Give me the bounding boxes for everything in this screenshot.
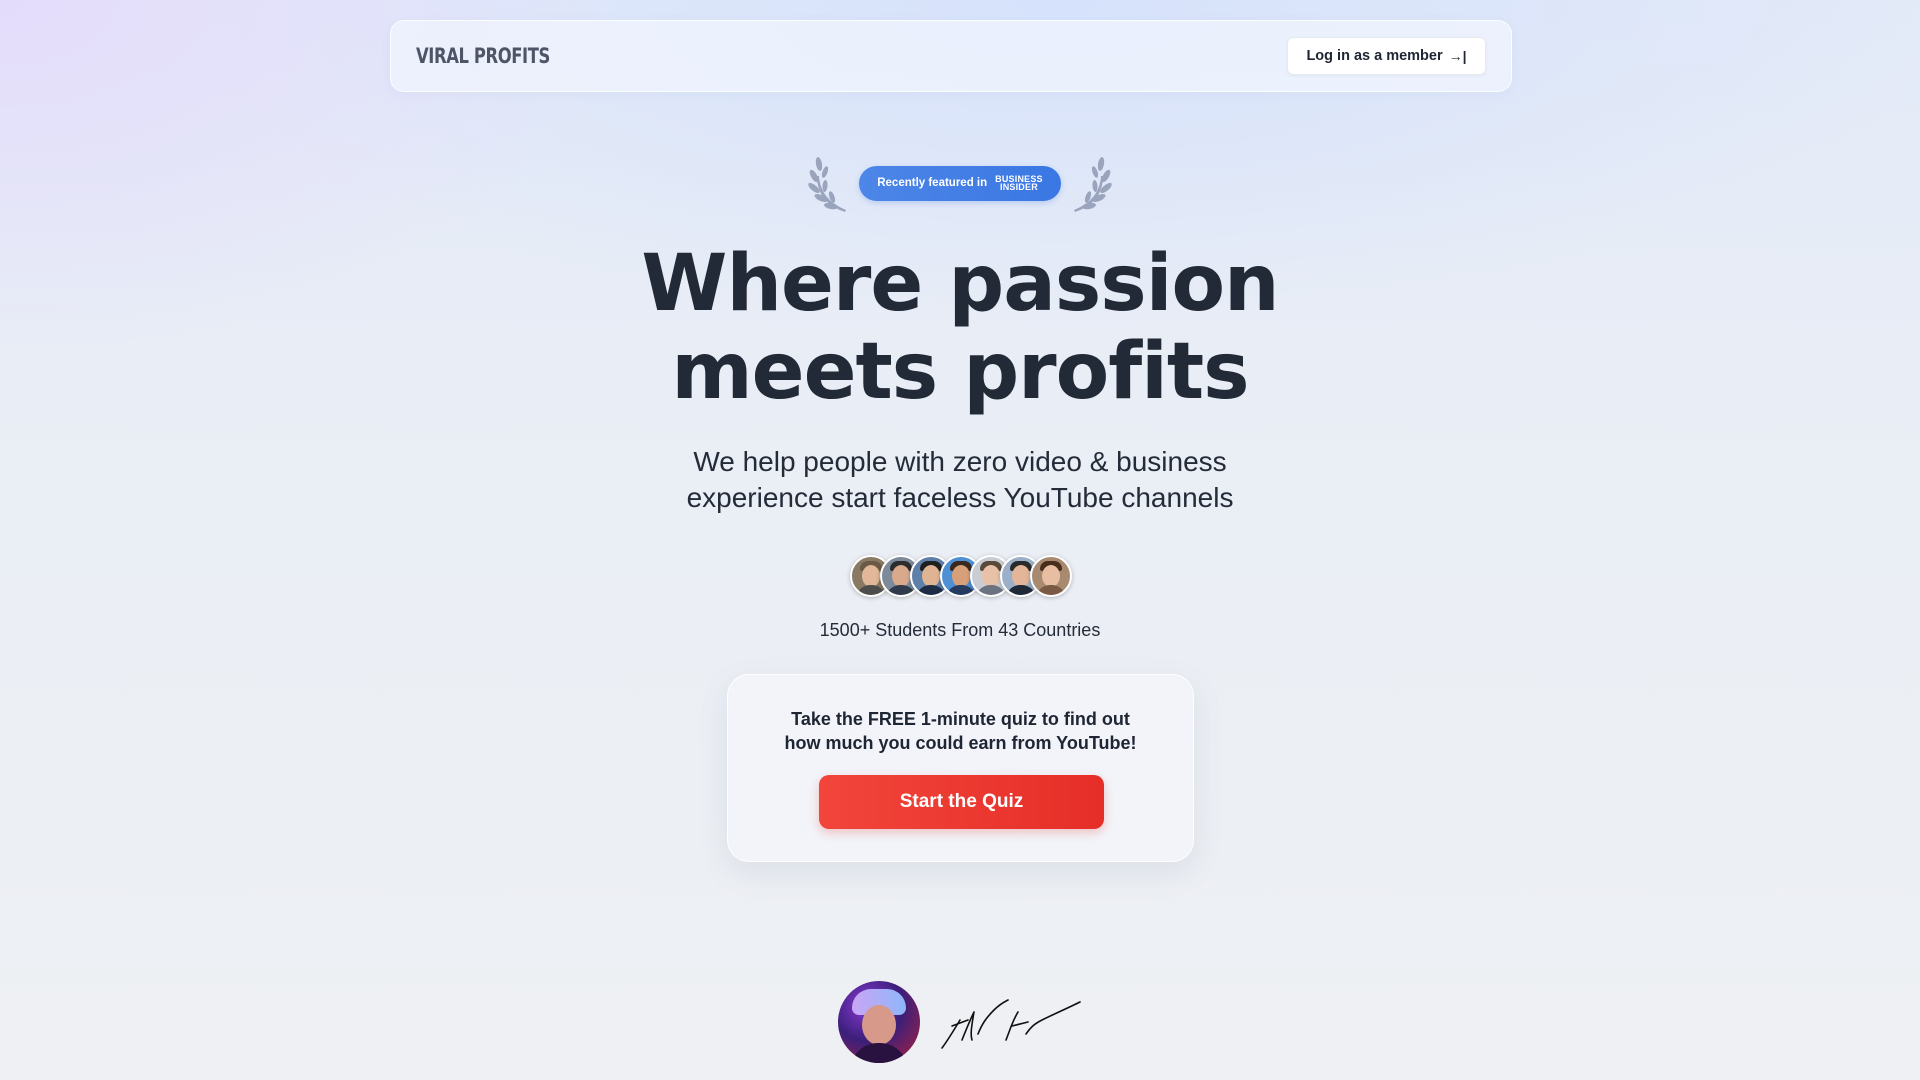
headline-line2: meets profits	[671, 327, 1249, 417]
login-arrow-icon: →|	[1448, 48, 1467, 64]
start-quiz-button[interactable]: Start the Quiz	[819, 775, 1104, 829]
founder-avatar	[838, 981, 920, 1063]
quiz-card: Take the FREE 1-minute quiz to find out …	[727, 674, 1194, 862]
featured-prefix: Recently featured in	[877, 177, 988, 189]
laurel-right-icon	[1074, 157, 1112, 212]
avatar	[1030, 555, 1072, 597]
outlet-line2: INSIDER	[1000, 182, 1038, 192]
login-button-label: Log in as a member	[1306, 48, 1443, 64]
featured-badge: Recently featured in BUSINESS INSIDER	[859, 165, 1061, 201]
quiz-text-line2: how much you could earn from YouTube!	[784, 733, 1137, 753]
students-count-text: 1500+ Students From 43 Countries	[819, 620, 1101, 640]
hero-subheadline: We help people with zero video & busines…	[560, 444, 1360, 516]
quiz-text-line1: Take the FREE 1-minute quiz to find out	[791, 709, 1130, 729]
landing-page: VIRAL PROFITS Log in as a member →| Rece…	[0, 0, 1920, 1080]
member-login-button[interactable]: Log in as a member →|	[1287, 37, 1486, 75]
site-logo[interactable]: VIRAL PROFITS	[416, 44, 550, 68]
business-insider-logo: BUSINESS INSIDER	[995, 174, 1043, 192]
founder-signature	[941, 999, 1081, 1049]
laurel-left-icon	[808, 157, 846, 212]
featured-badge-group: Recently featured in BUSINESS INSIDER	[805, 150, 1115, 216]
quiz-prompt: Take the FREE 1-minute quiz to find out …	[728, 707, 1193, 755]
subhead-line2: experience start faceless YouTube channe…	[686, 482, 1234, 513]
headline-line1: Where passion	[641, 239, 1279, 329]
hero-headline: Where passion meets profits	[560, 240, 1360, 416]
subhead-line1: We help people with zero video & busines…	[693, 446, 1227, 477]
top-nav: VIRAL PROFITS Log in as a member →|	[390, 20, 1512, 92]
student-avatars	[850, 555, 1072, 597]
